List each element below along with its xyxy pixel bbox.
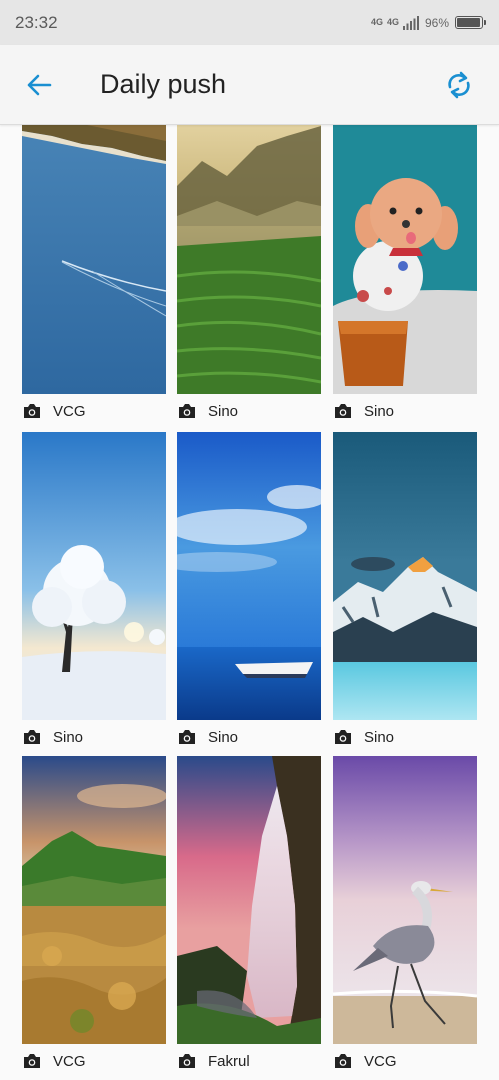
- photo-credit: Fakrul: [177, 1044, 321, 1078]
- signal-icon: [402, 15, 419, 30]
- wallpaper-card[interactable]: Sino: [177, 125, 321, 428]
- camera-icon: [179, 404, 195, 418]
- camera-icon: [335, 1054, 351, 1068]
- poodle-image: [333, 125, 477, 394]
- photo-source: VCG: [53, 1052, 86, 1070]
- photo-source: Sino: [53, 728, 84, 746]
- camera-icon: [24, 1054, 40, 1068]
- camera-icon: [24, 730, 40, 744]
- wallpaper-thumbnail-lake[interactable]: [22, 125, 166, 394]
- camera-icon: [335, 730, 351, 744]
- arrow-left-icon: [27, 74, 52, 95]
- refresh-icon: [448, 71, 470, 98]
- photo-source: Fakrul: [208, 1052, 250, 1070]
- photo-source: VCG: [53, 402, 86, 420]
- wallpaper-thumbnail-heron[interactable]: [333, 756, 477, 1044]
- status-time: 23:32: [15, 12, 58, 32]
- wallpaper-thumbnail-sea-boat[interactable]: [177, 432, 321, 720]
- photo-source: Sino: [364, 402, 395, 420]
- wallpaper-grid: VCG Sino Sino Sino Sino Sino VCG Fakrul …: [0, 125, 499, 1080]
- photo-credit: Sino: [177, 720, 321, 754]
- battery-fill: [457, 18, 481, 27]
- wallpaper-card[interactable]: Sino: [333, 432, 477, 754]
- status-icons: 4G 4G 96%: [370, 15, 486, 30]
- photo-credit: Sino: [177, 394, 321, 428]
- page-title: Daily push: [100, 69, 227, 99]
- lake-image: [22, 125, 166, 394]
- camera-icon: [179, 730, 195, 744]
- wallpaper-card[interactable]: Sino: [177, 432, 321, 754]
- wallpaper-thumbnail-poodle[interactable]: [333, 125, 477, 394]
- wallpaper-thumbnail-snow-mountains[interactable]: [333, 432, 477, 720]
- wallpaper-thumbnail-waterfall[interactable]: [177, 756, 321, 1044]
- wallpaper-card[interactable]: VCG: [22, 125, 166, 428]
- network-2-indicator: 4G: [386, 17, 399, 27]
- battery-icon: [455, 16, 486, 29]
- wallpaper-thumbnail-snowy-tree[interactable]: [22, 432, 166, 720]
- battery-percent: 96%: [424, 15, 449, 30]
- photo-credit: VCG: [333, 1044, 477, 1078]
- wallpaper-card[interactable]: Fakrul: [177, 756, 321, 1078]
- photo-credit: VCG: [22, 394, 166, 428]
- camera-icon: [24, 404, 40, 418]
- terraces-image: [177, 125, 321, 394]
- photo-source: Sino: [208, 728, 239, 746]
- photo-credit: VCG: [22, 1044, 166, 1078]
- photo-credit: Sino: [333, 720, 477, 754]
- wallpaper-thumbnail-terraces[interactable]: [177, 125, 321, 394]
- photo-source: VCG: [364, 1052, 397, 1070]
- camera-icon: [335, 404, 351, 418]
- network-1-indicator: 4G: [370, 17, 383, 27]
- photo-credit: Sino: [333, 394, 477, 428]
- status-bar: 23:32 4G 4G 96%: [0, 0, 499, 45]
- camera-icon: [179, 1054, 195, 1068]
- wallpaper-thumbnail-green-hills[interactable]: [22, 756, 166, 1044]
- wallpaper-card[interactable]: Sino: [22, 432, 166, 754]
- sea-boat-image: [177, 432, 321, 720]
- heron-image: [333, 756, 477, 1044]
- photo-credit: Sino: [22, 720, 166, 754]
- app-bar: Daily push: [0, 45, 499, 125]
- back-button[interactable]: [19, 65, 59, 105]
- snow-mountains-image: [333, 432, 477, 720]
- wallpaper-card[interactable]: VCG: [333, 756, 477, 1078]
- green-hills-image: [22, 756, 166, 1044]
- wallpaper-card[interactable]: VCG: [22, 756, 166, 1078]
- snowy-tree-image: [22, 432, 166, 720]
- wallpaper-card[interactable]: Sino: [333, 125, 477, 428]
- waterfall-image: [177, 756, 321, 1044]
- photo-source: Sino: [364, 728, 395, 746]
- photo-source: Sino: [208, 402, 239, 420]
- refresh-button[interactable]: [439, 65, 479, 105]
